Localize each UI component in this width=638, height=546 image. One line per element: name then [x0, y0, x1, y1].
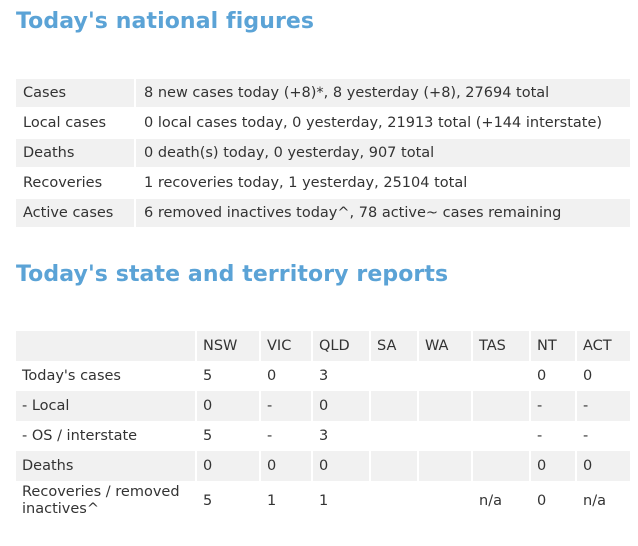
national-row-cases: Cases 8 new cases today (+8)*, 8 yesterd… — [16, 79, 630, 107]
state-cell-nsw: 5 — [195, 481, 260, 521]
row-label: Cases — [16, 79, 136, 107]
state-header-row: NSW VIC QLD SA WA TAS NT ACT — [16, 331, 630, 361]
state-cell-qld: 3 — [311, 421, 370, 451]
state-cell-sa — [369, 481, 418, 521]
state-cell-qld: 0 — [311, 451, 370, 481]
state-row: Deaths 0 0 0 0 0 — [16, 451, 630, 481]
row-value: 6 removed inactives today^, 78 active~ c… — [136, 197, 630, 227]
state-row-label: Deaths — [16, 451, 196, 481]
state-cell-sa — [369, 451, 418, 481]
row-value: 0 death(s) today, 0 yesterday, 907 total — [136, 137, 630, 167]
state-cell-sa — [369, 391, 418, 421]
column-header-nt: NT — [529, 331, 576, 361]
state-cell-sa — [369, 421, 418, 451]
national-row-deaths: Deaths 0 death(s) today, 0 yesterday, 90… — [16, 137, 630, 167]
state-cell-tas — [471, 391, 530, 421]
state-cell-nsw: 0 — [195, 451, 260, 481]
state-cell-act: - — [575, 391, 630, 421]
state-cell-nt: 0 — [529, 481, 576, 521]
column-header-nsw: NSW — [195, 331, 260, 361]
state-cell-tas: n/a — [471, 481, 530, 521]
state-reports-table: NSW VIC QLD SA WA TAS NT ACT Today's cases 5 0 3 0 0-… — [16, 331, 630, 521]
state-row: - Local 0-0- - — [16, 391, 630, 421]
state-cell-nsw: 5 — [195, 361, 260, 391]
state-cell-tas — [471, 451, 530, 481]
state-reports-heading: Today's state and territory reports — [16, 262, 449, 287]
state-cell-act: 0 — [575, 451, 630, 481]
state-row: Today's cases 5 0 3 0 0 — [16, 361, 630, 391]
state-cell-act: - — [575, 421, 630, 451]
state-cell-qld: 1 — [311, 481, 370, 521]
national-figures-heading: Today's national figures — [16, 9, 315, 34]
column-header-act: ACT — [575, 331, 630, 361]
header-corner-cell — [16, 331, 196, 361]
column-header-qld: QLD — [311, 331, 370, 361]
state-row-label: - OS / interstate — [22, 427, 138, 444]
state-cell-wa — [417, 451, 472, 481]
row-label: Deaths — [16, 137, 136, 167]
state-cell-vic: 1 — [259, 481, 312, 521]
row-value: 0 local cases today, 0 yesterday, 21913 … — [136, 107, 630, 137]
state-cell-wa — [417, 391, 472, 421]
state-cell-vic: - — [259, 391, 312, 421]
state-cell-qld: 0 — [311, 391, 370, 421]
state-cell-nsw: 5 — [195, 421, 260, 451]
state-cell-nt: - — [529, 391, 576, 421]
state-cell-vic: 0 — [259, 361, 312, 391]
state-cell-tas — [471, 361, 530, 391]
national-row-recoveries: Recoveries 1 recoveries today, 1 yesterd… — [16, 167, 630, 197]
column-header-vic: VIC — [259, 331, 312, 361]
state-row-label: Today's cases — [22, 367, 121, 384]
state-cell-nt: - — [529, 421, 576, 451]
column-header-wa: WA — [417, 331, 472, 361]
row-value: 8 new cases today (+8)*, 8 yesterday (+8… — [136, 79, 630, 107]
state-cell-wa — [417, 421, 472, 451]
state-cell-wa — [417, 481, 472, 521]
state-cell-qld: 3 — [311, 361, 370, 391]
state-cell-vic: - — [259, 421, 312, 451]
state-row-label: - Local — [16, 391, 196, 421]
row-label: Local cases — [16, 107, 136, 137]
column-header-sa: SA — [369, 331, 418, 361]
state-cell-wa — [417, 361, 472, 391]
state-cell-tas — [471, 421, 530, 451]
row-label: Active cases — [16, 197, 136, 227]
state-cell-nt: 0 — [529, 451, 576, 481]
state-cell-act: 0 — [575, 361, 630, 391]
state-cell-nt: 0 — [529, 361, 576, 391]
state-cell-nsw: 0 — [195, 391, 260, 421]
national-figures-table: Cases 8 new cases today (+8)*, 8 yesterd… — [16, 79, 630, 227]
national-row-active-cases: Active cases 6 removed inactives today^,… — [16, 197, 630, 227]
national-row-local-cases: Local cases 0 local cases today, 0 yeste… — [16, 107, 630, 137]
row-label: Recoveries — [16, 167, 136, 197]
state-row: - OS / interstate 5-3- - — [16, 421, 630, 451]
state-cell-act: n/a — [575, 481, 630, 521]
state-row: Recoveries / removed inactives^ 5 1 1 n/a 0 n/… — [16, 481, 630, 521]
row-value: 1 recoveries today, 1 yesterday, 25104 t… — [136, 167, 630, 197]
state-cell-sa — [369, 361, 418, 391]
state-cell-vic: 0 — [259, 451, 312, 481]
state-row-label: Recoveries / removed inactives^ — [22, 484, 180, 517]
column-header-tas: TAS — [471, 331, 530, 361]
